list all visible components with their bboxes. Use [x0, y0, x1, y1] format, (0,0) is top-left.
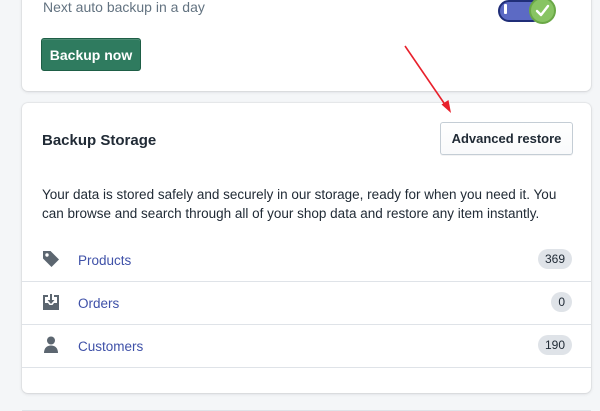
resource-row-orders: Orders 0	[22, 282, 591, 325]
person-icon	[44, 336, 58, 353]
toggle-knob	[529, 0, 556, 24]
resource-link-orders[interactable]: Orders	[78, 296, 119, 311]
checkmark-icon	[535, 4, 550, 17]
count-badge-customers: 190	[537, 335, 572, 355]
download-tray-icon	[43, 294, 59, 310]
resource-link-customers[interactable]: Customers	[78, 339, 143, 354]
auto-backup-toggle[interactable]	[496, 0, 556, 27]
count-badge-products: 369	[537, 249, 572, 269]
auto-backup-card: Next auto backup in a day Backup now	[22, 0, 591, 91]
tag-icon	[43, 251, 59, 267]
resource-list: Products 369 Orders 0 Customers 190	[22, 239, 591, 411]
advanced-restore-button[interactable]: Advanced restore	[440, 122, 573, 155]
backup-storage-title: Backup Storage	[42, 132, 157, 149]
backup-storage-card: Backup Storage Advanced restore Your dat…	[22, 103, 591, 411]
resource-row-customers: Customers 190	[22, 325, 591, 368]
resource-row-products: Products 369	[22, 239, 591, 282]
toggle-on-indicator	[504, 4, 507, 14]
next-backup-text: Next auto backup in a day	[43, 0, 205, 15]
resource-link-products[interactable]: Products	[78, 253, 131, 268]
storage-description: Your data is stored safely and securely …	[42, 187, 557, 221]
backup-now-button[interactable]: Backup now	[41, 38, 141, 71]
resource-row-partial	[22, 368, 591, 411]
count-badge-orders: 0	[551, 292, 572, 312]
